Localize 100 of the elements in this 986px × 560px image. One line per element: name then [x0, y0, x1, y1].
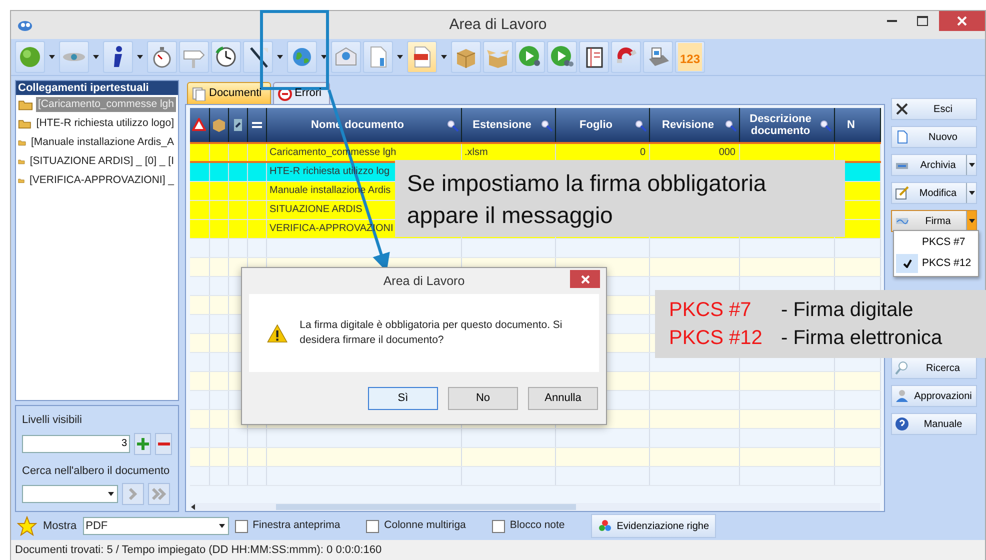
dialog-title: Area di Lavoro [383, 272, 465, 290]
close-button[interactable] [570, 270, 600, 288]
app-icon [17, 18, 33, 32]
toolbar-button[interactable] [579, 41, 609, 73]
document-icon [895, 130, 909, 144]
format-description: - Firma digitale [781, 298, 914, 323]
search-icon [634, 120, 646, 132]
caret-icon [218, 522, 226, 530]
dropdown-button[interactable] [966, 155, 976, 175]
caret-icon [48, 53, 56, 61]
documents-icon [192, 86, 206, 100]
tab[interactable]: Documenti [187, 82, 271, 104]
star-icon [17, 516, 37, 536]
format-description: - Firma elettronica [781, 326, 942, 351]
tree-item[interactable]: [Manuale installazione Ardis_A [28, 134, 176, 150]
caret-icon [396, 53, 404, 61]
minimize-icon [887, 20, 897, 22]
checkbox-label: Finestra anteprima [252, 518, 340, 534]
close-button[interactable] [939, 11, 985, 31]
toolbar-button[interactable] [547, 41, 577, 73]
caret-icon [107, 490, 115, 498]
show-label: Mostra [43, 518, 77, 534]
search-icon [446, 120, 458, 132]
horizontal-scrollbar[interactable] [190, 503, 880, 511]
person-icon [895, 389, 909, 403]
search-icon [540, 120, 552, 132]
scanner-icon [646, 45, 670, 69]
status-bar: Documenti trovati: 5 / Tempo impiegato (DD HH:MM:SS:mmm): 0 0:0:0:160 [11, 540, 985, 560]
panel-title: Collegamenti ipertestuali [16, 81, 178, 95]
play-icon [550, 45, 574, 69]
edit-icon [895, 186, 909, 200]
search-combo[interactable] [22, 485, 118, 503]
dropdown-button[interactable] [966, 211, 976, 231]
close-icon [895, 102, 909, 116]
box-icon [212, 118, 226, 132]
column-header[interactable]: Revisione [649, 108, 739, 143]
menu-item[interactable]: PKCS #12 [896, 254, 976, 274]
side-button-group[interactable]: Modifica [891, 182, 977, 204]
toolbar-button[interactable] [243, 41, 273, 73]
remove-button[interactable] [155, 432, 172, 454]
search-icon [820, 120, 832, 132]
folder-icon [18, 98, 34, 111]
double-chevron-icon [152, 487, 166, 501]
dialog-button[interactable]: No [448, 386, 518, 410]
caret-icon [968, 217, 976, 225]
checkbox[interactable] [234, 520, 248, 532]
format-code: PKCS #12 [669, 326, 764, 351]
search-icon [724, 120, 736, 132]
palette-icon [598, 519, 612, 533]
maximize-icon [916, 16, 928, 26]
tree-item[interactable]: [SITUAZIONE ARDIS] _ [0] _ [I [28, 154, 176, 170]
dropdown-button[interactable] [966, 183, 976, 203]
checkbox-label: Colonne multiriga [384, 518, 466, 534]
dialog-message: La firma digitale è obbligatoria per questo documento. Si desidera firmare il documento? [300, 318, 564, 348]
column-header[interactable]: N [834, 108, 880, 143]
highlight-button[interactable]: Evidenziazione righe [590, 514, 716, 538]
toolbar-button[interactable] [515, 41, 545, 73]
column-header[interactable]: Foglio [555, 108, 649, 143]
add-button[interactable] [134, 432, 151, 454]
side-button-group[interactable]: Firma [891, 210, 977, 232]
side-button[interactable]: Archivia [892, 155, 966, 175]
side-button[interactable]: Nuovo [891, 126, 977, 148]
menu-item[interactable]: PKCS #7 [896, 233, 976, 254]
caret-icon [440, 53, 448, 61]
levels-field[interactable]: 3 [22, 434, 130, 452]
window-title: Area di Lavoro [449, 16, 547, 33]
side-button[interactable]: Esci [891, 98, 977, 120]
format-select[interactable]: PDF [82, 517, 229, 535]
dialog-button[interactable]: Sì [368, 386, 438, 410]
globe-icon [290, 45, 314, 69]
side-button[interactable]: Ricerca [891, 357, 977, 379]
check-icon [902, 259, 912, 268]
caret-icon [968, 161, 976, 169]
caret-icon [276, 53, 284, 61]
clock-icon [214, 45, 238, 69]
side-button[interactable]: Manuale [891, 413, 977, 435]
dialog-button[interactable]: Annulla [528, 386, 598, 410]
tree-item[interactable]: [HTE-R richiesta utilizzo logo] [34, 116, 176, 132]
checkbox-label: Blocco note [510, 518, 565, 534]
close-icon [957, 16, 967, 26]
folder-icon [18, 117, 32, 130]
tree-item[interactable]: [VERIFICA-APPROVAZIONI] _ [28, 172, 176, 188]
caret-icon [136, 53, 144, 61]
side-button-group[interactable]: Archivia [891, 154, 977, 176]
plus-icon [136, 436, 150, 450]
checkbox[interactable] [492, 520, 505, 532]
side-button[interactable]: Approvazioni [891, 385, 977, 407]
caret-icon [92, 53, 100, 61]
toolbar-button[interactable] [211, 41, 241, 73]
help-icon [895, 417, 909, 431]
caret-icon [320, 53, 328, 61]
column-header[interactable]: Estensione [461, 108, 555, 143]
caret-icon [968, 189, 976, 197]
format-code: PKCS #7 [669, 298, 752, 323]
side-button[interactable]: Modifica [892, 183, 966, 203]
toolbar-button[interactable] [103, 41, 133, 73]
column-header[interactable]: Descrizione documento [739, 108, 834, 143]
checkbox[interactable] [366, 520, 380, 532]
levels-label: Livelli visibili [22, 413, 83, 428]
close-icon [580, 274, 590, 284]
